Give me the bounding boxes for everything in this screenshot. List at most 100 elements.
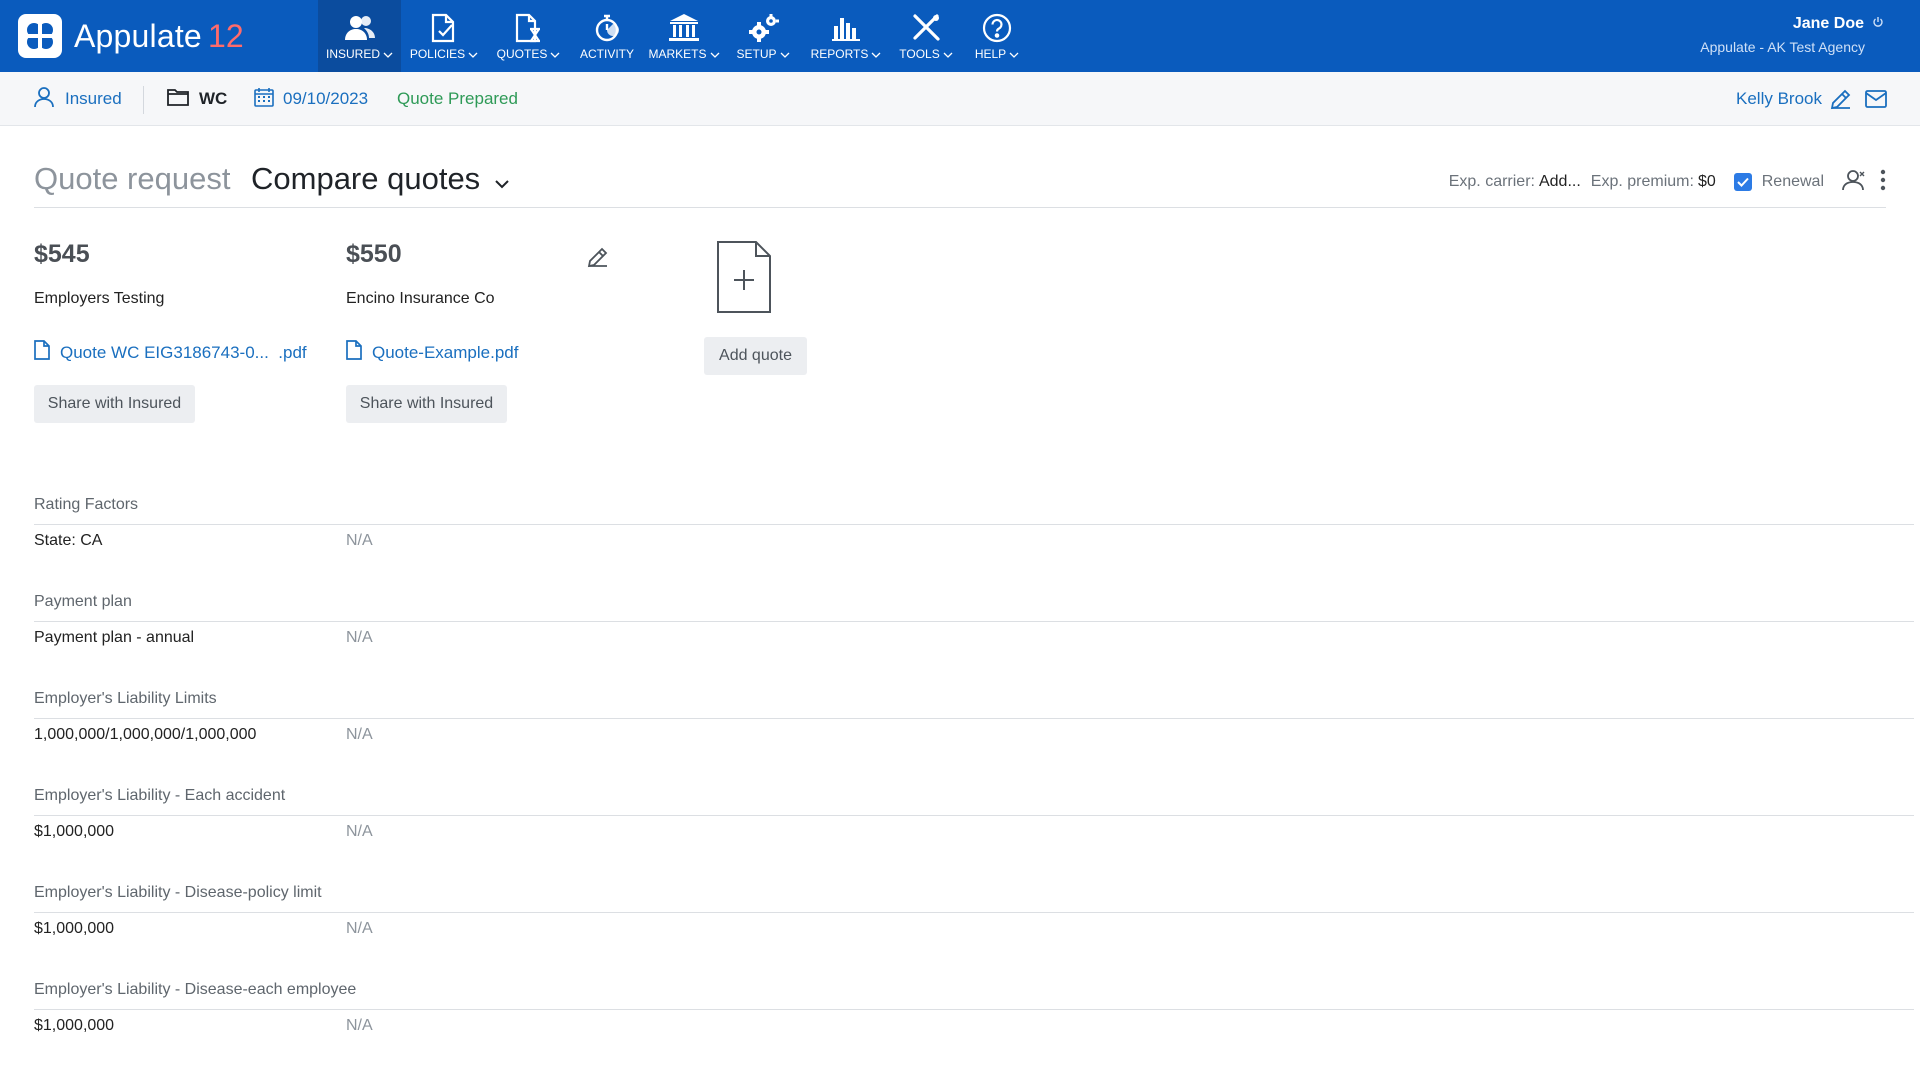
top-navigation-bar: Appulate 12 INSURED POLICIES QUOTES ACTI… [0, 0, 1920, 72]
file-icon [34, 340, 50, 365]
policy-document-icon [430, 12, 458, 44]
quote-file-link[interactable]: Quote-Example.pdf [346, 340, 646, 365]
nav-markets-label: MARKETS [648, 47, 707, 61]
nav-activity-label: ACTIVITY [579, 47, 634, 61]
status-badge: Quote Prepared [397, 89, 518, 108]
divider [34, 815, 1914, 816]
row-label: Payment plan - annual [34, 629, 195, 646]
comparison-section: Employer's Liability Limits 1,000,000/1,… [34, 680, 1914, 777]
nav-reports[interactable]: REPORTS [802, 0, 890, 72]
divider [34, 718, 1914, 719]
folder-icon [167, 88, 189, 111]
users-icon [344, 12, 375, 44]
comparison-section: Payment plan Payment plan - annual N/A [34, 583, 1914, 680]
user-agency: Appulate - AK Test Agency [1700, 39, 1865, 55]
power-icon[interactable] [1872, 15, 1884, 33]
renewal-checkbox[interactable]: Renewal [1733, 173, 1824, 191]
nav-setup-label: SETUP [736, 47, 777, 61]
nav-policies-label: POLICIES [409, 47, 466, 61]
nav-tools[interactable]: TOOLS [890, 0, 962, 72]
nav-help[interactable]: HELP [962, 0, 1032, 72]
checkbox-checked-icon [1733, 173, 1752, 191]
tab-quote-request[interactable]: Quote request [34, 161, 230, 197]
help-circle-icon [982, 12, 1012, 44]
row-value: N/A [346, 726, 373, 743]
insured-link[interactable]: Insured [33, 72, 122, 126]
stopwatch-icon [593, 12, 621, 44]
nav-setup[interactable]: SETUP [724, 0, 802, 72]
divider [143, 86, 144, 114]
chevron-down-icon [871, 47, 881, 61]
comparison-section: Rating Factors State: CA N/A [34, 486, 1914, 583]
chevron-down-icon [550, 47, 560, 61]
more-options-icon[interactable] [1880, 169, 1886, 196]
nav-help-label: HELP [974, 47, 1007, 61]
nav-activity[interactable]: ACTIVITY [570, 0, 644, 72]
app-logo[interactable]: Appulate 12 [18, 14, 244, 58]
insured-link-label: Insured [65, 89, 122, 108]
add-document-icon[interactable] [716, 240, 808, 319]
chevron-down-icon [1009, 47, 1019, 61]
row-label: $1,000,000 [34, 1017, 115, 1034]
quote-file-name: Quote WC EIG3186743-0... .pdf [60, 342, 307, 362]
row-label: $1,000,000 [34, 920, 115, 937]
quote-hourglass-icon [514, 12, 544, 44]
chevron-down-icon [494, 161, 510, 197]
page-title-row: Quote request Compare quotes Exp. carrie… [34, 152, 1886, 208]
section-heading: Rating Factors [34, 496, 139, 513]
chevron-down-icon [780, 47, 790, 61]
tab-compare-quotes[interactable]: Compare quotes [251, 161, 510, 197]
nav-policies[interactable]: POLICIES [401, 0, 487, 72]
mail-icon[interactable] [1865, 72, 1887, 126]
app-version: 12 [207, 17, 244, 54]
row-value: N/A [346, 532, 373, 549]
renewal-label: Renewal [1761, 173, 1824, 190]
line-of-business-label: WC [199, 89, 228, 108]
quote-file-link[interactable]: Quote WC EIG3186743-0... .pdf [34, 340, 334, 365]
assign-user-icon[interactable] [1840, 169, 1866, 196]
bar-chart-icon [831, 12, 861, 44]
share-with-insured-button[interactable]: Share with Insured [346, 385, 507, 423]
main-menu: INSURED POLICIES QUOTES ACTIVITY MARKETS… [318, 0, 1032, 72]
divider [34, 912, 1914, 913]
exp-carrier-value[interactable]: Add... [1539, 173, 1581, 191]
section-heading: Employer's Liability - Disease-each empl… [34, 981, 357, 998]
nav-markets[interactable]: MARKETS [644, 0, 724, 72]
calendar-icon [254, 87, 274, 112]
row-label: 1,000,000/1,000,000/1,000,000 [34, 726, 257, 743]
row-value: N/A [346, 920, 373, 937]
app-name-text: Appulate [74, 17, 202, 54]
chevron-down-icon [468, 47, 478, 61]
row-value: N/A [346, 1017, 373, 1034]
quote-file-name: Quote-Example.pdf [372, 342, 519, 362]
comparison-section: Employer's Liability - Disease-policy li… [34, 874, 1914, 971]
section-heading: Employer's Liability Limits [34, 690, 217, 707]
edit-pencil-icon[interactable] [1829, 72, 1853, 126]
quote-card: $545 Employers Testing Quote WC EIG31867… [34, 240, 334, 423]
nav-quotes-label: QUOTES [496, 47, 548, 61]
exp-carrier-label: Exp. carrier: [1448, 173, 1535, 190]
add-quote-button[interactable]: Add quote [704, 337, 807, 375]
share-with-insured-button[interactable]: Share with Insured [34, 385, 195, 423]
row-label: State: CA [34, 532, 103, 549]
user-menu[interactable]: Jane Doe Appulate - AK Test Agency [1700, 15, 1884, 55]
chevron-down-icon [943, 47, 953, 61]
nav-tools-label: TOOLS [899, 47, 940, 61]
expiring-info: Exp. carrier: Add... Exp. premium: $0 Re… [1449, 168, 1886, 196]
nav-insured[interactable]: INSURED [318, 0, 401, 72]
nav-quotes[interactable]: QUOTES [487, 0, 570, 72]
chevron-down-icon [710, 47, 720, 61]
assignee-link[interactable]: Kelly Brook [1736, 72, 1822, 126]
exp-premium-value[interactable]: $0 [1698, 173, 1716, 191]
tools-icon [910, 12, 942, 44]
person-icon [33, 86, 55, 113]
section-heading: Payment plan [34, 593, 132, 610]
line-of-business[interactable]: WC [167, 72, 227, 126]
comparison-section: Employer's Liability - Each accident $1,… [34, 777, 1914, 874]
user-name: Jane Doe [1792, 15, 1864, 32]
edit-quote-icon[interactable] [586, 245, 610, 274]
effective-date[interactable]: 09/10/2023 [254, 72, 368, 126]
exp-premium-label: Exp. premium: [1590, 173, 1694, 190]
clover-logo-icon [18, 14, 62, 58]
gears-icon [747, 12, 779, 44]
